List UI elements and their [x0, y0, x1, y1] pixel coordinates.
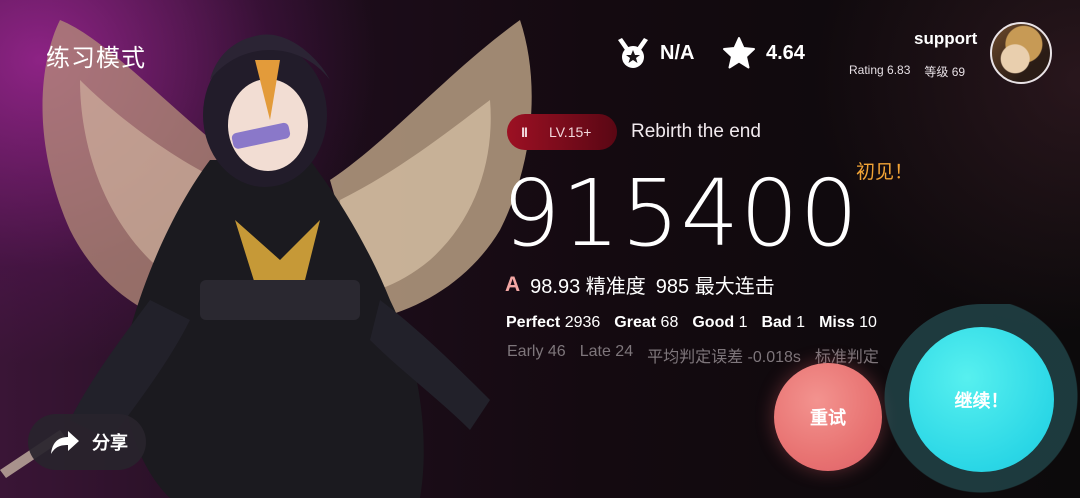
judge-great: Great 68 [614, 314, 679, 331]
medal-value: N/A [660, 41, 695, 64]
level-badge: II LV.15+ [507, 114, 617, 150]
result-screen: 练习模式 N/A 4.64 support Rating 6.83 等级 69 … [0, 0, 1080, 498]
share-label: 分享 [92, 433, 128, 453]
mode-title: 练习模式 [46, 44, 146, 72]
judge-perfect: Perfect 2936 [506, 314, 601, 331]
score: 915400 [502, 160, 860, 267]
first-clear-label: 初见！ [856, 161, 914, 183]
share-arrow-icon [51, 431, 79, 454]
late-count: Late 24 [579, 343, 634, 360]
star-icon [723, 37, 755, 69]
max-combo-value: 985 最大连击 [655, 276, 775, 298]
user-rating: Rating 6.83 [849, 63, 911, 77]
user-name: support [914, 29, 978, 48]
pause-icon: II [521, 124, 528, 140]
avg-offset: 平均判定误差 -0.018s [647, 349, 801, 366]
retry-label: 重试 [810, 408, 846, 428]
difficulty-stat: 4.64 [722, 36, 805, 70]
accuracy-line: A 98.93 精准度 985 最大连击 [505, 270, 775, 299]
judge-good: Good 1 [692, 314, 748, 331]
user-rating-row: Rating 6.83 等级 69 [849, 63, 965, 80]
song-level: LV.15+ [549, 124, 592, 140]
continue-label: 继续！ [954, 390, 1009, 411]
accuracy-value: 98.93 精准度 [530, 276, 646, 298]
grade-label: A [505, 272, 521, 296]
continue-button[interactable]: 继续！ [909, 327, 1054, 472]
difficulty-value: 4.64 [766, 41, 805, 64]
medal-icon [618, 38, 648, 68]
song-title: Rebirth the end [631, 121, 761, 142]
share-button[interactable]: 分享 [28, 414, 146, 470]
avatar[interactable] [990, 22, 1052, 84]
user-level: 等级 69 [924, 65, 966, 79]
early-count: Early 46 [507, 343, 566, 360]
retry-button[interactable]: 重试 [774, 363, 882, 471]
judge-miss: Miss 10 [819, 314, 877, 331]
medal-stat: N/A [616, 36, 694, 70]
judgement-row: Perfect 2936 Great 68 Good 1 Bad 1 Miss … [506, 314, 877, 332]
judge-bad: Bad 1 [761, 314, 806, 331]
